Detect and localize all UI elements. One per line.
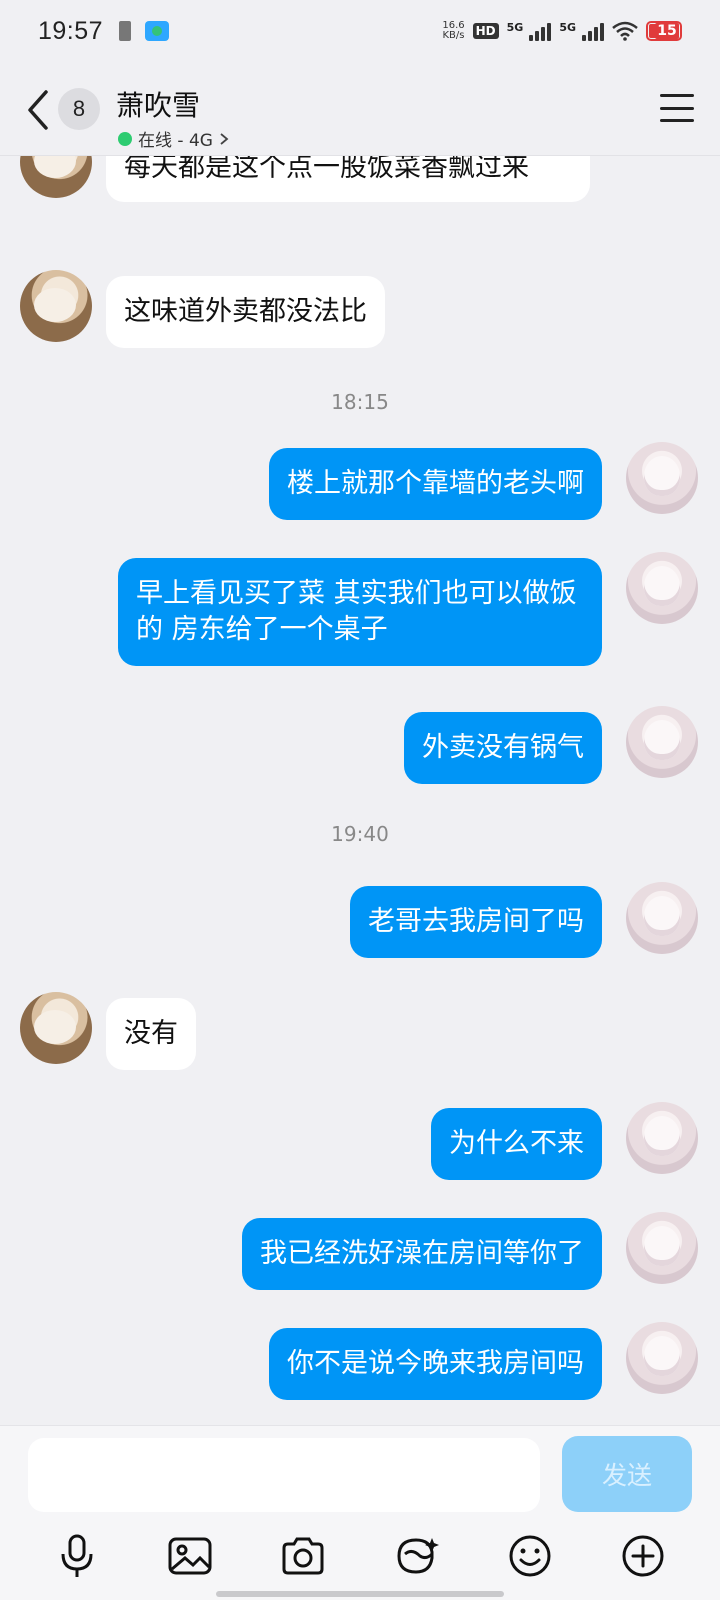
battery-level: 15: [655, 23, 679, 39]
message-bubble-outgoing[interactable]: 早上看见买了菜 其实我们也可以做饭的 房东给了一个桌子: [118, 558, 602, 666]
message-list[interactable]: 每天都是这个点一股饭菜香飘过来 这味道外卖都没法比 18:15 楼上就那个靠墙的…: [0, 0, 720, 1425]
back-icon[interactable]: [22, 88, 52, 132]
my-avatar[interactable]: [626, 706, 698, 778]
microphone-icon[interactable]: [53, 1532, 101, 1580]
message-bubble-incoming[interactable]: 这味道外卖都没法比: [106, 276, 385, 348]
battery-icon: 15: [646, 21, 682, 41]
timestamp-separator: 19:40: [331, 822, 389, 846]
chat-screen: 每天都是这个点一股饭菜香飘过来 这味道外卖都没法比 18:15 楼上就那个靠墙的…: [0, 0, 720, 1600]
image-icon[interactable]: [166, 1532, 214, 1580]
network-type-label: 5G: [506, 21, 524, 34]
unread-count-badge[interactable]: 8: [58, 88, 100, 130]
home-indicator[interactable]: [216, 1591, 504, 1597]
composer: 发送: [0, 1425, 720, 1600]
contact-avatar[interactable]: [20, 270, 92, 342]
status-text: 在线 - 4G: [138, 131, 213, 151]
online-indicator-icon: [118, 131, 132, 146]
contact-avatar[interactable]: [20, 992, 92, 1064]
menu-icon[interactable]: [660, 94, 694, 122]
status-bar: 19:57 16.6 KB/s HD 5G 5G 15: [0, 0, 720, 62]
signal-icon: [582, 21, 604, 41]
message-bubble-incoming[interactable]: 没有: [106, 998, 196, 1070]
network-type-label: 5G: [559, 21, 576, 34]
my-avatar[interactable]: [626, 442, 698, 514]
my-avatar[interactable]: [626, 882, 698, 954]
message-bubble-outgoing[interactable]: 你不是说今晚来我房间吗: [269, 1328, 602, 1400]
send-button[interactable]: 发送: [562, 1436, 692, 1512]
message-bubble-outgoing[interactable]: 外卖没有锅气: [404, 712, 602, 784]
chat-header: 8 萧吹雪 在线 - 4G: [0, 62, 720, 156]
my-avatar[interactable]: [626, 1322, 698, 1394]
emoji-icon[interactable]: [506, 1532, 554, 1580]
contact-name[interactable]: 萧吹雪: [116, 84, 200, 124]
input-toolbar: [0, 1528, 720, 1584]
my-avatar[interactable]: [626, 1212, 698, 1284]
chevron-right-icon: [220, 132, 229, 145]
battery-saver-icon: [119, 21, 132, 41]
hotspot-app-icon: [145, 21, 170, 41]
contact-status[interactable]: 在线 - 4G: [118, 126, 229, 151]
message-input[interactable]: [28, 1438, 540, 1512]
my-avatar[interactable]: [626, 1102, 698, 1174]
my-avatar[interactable]: [626, 552, 698, 624]
message-bubble-outgoing[interactable]: 我已经洗好澡在房间等你了: [242, 1218, 602, 1290]
network-speed: 16.6 KB/s: [442, 20, 465, 41]
message-bubble-outgoing[interactable]: 为什么不来: [431, 1108, 602, 1180]
timestamp-separator: 18:15: [331, 390, 389, 414]
message-bubble-outgoing[interactable]: 楼上就那个靠墙的老头啊: [269, 448, 602, 520]
message-bubble-outgoing[interactable]: 老哥去我房间了吗: [350, 886, 602, 958]
sticker-icon[interactable]: [393, 1532, 441, 1580]
camera-icon[interactable]: [279, 1532, 327, 1580]
wifi-icon: [612, 21, 638, 41]
status-time: 19:57: [38, 16, 104, 45]
hd-voice-icon: HD: [472, 23, 499, 39]
signal-icon: [529, 21, 552, 41]
plus-icon[interactable]: [619, 1532, 667, 1580]
